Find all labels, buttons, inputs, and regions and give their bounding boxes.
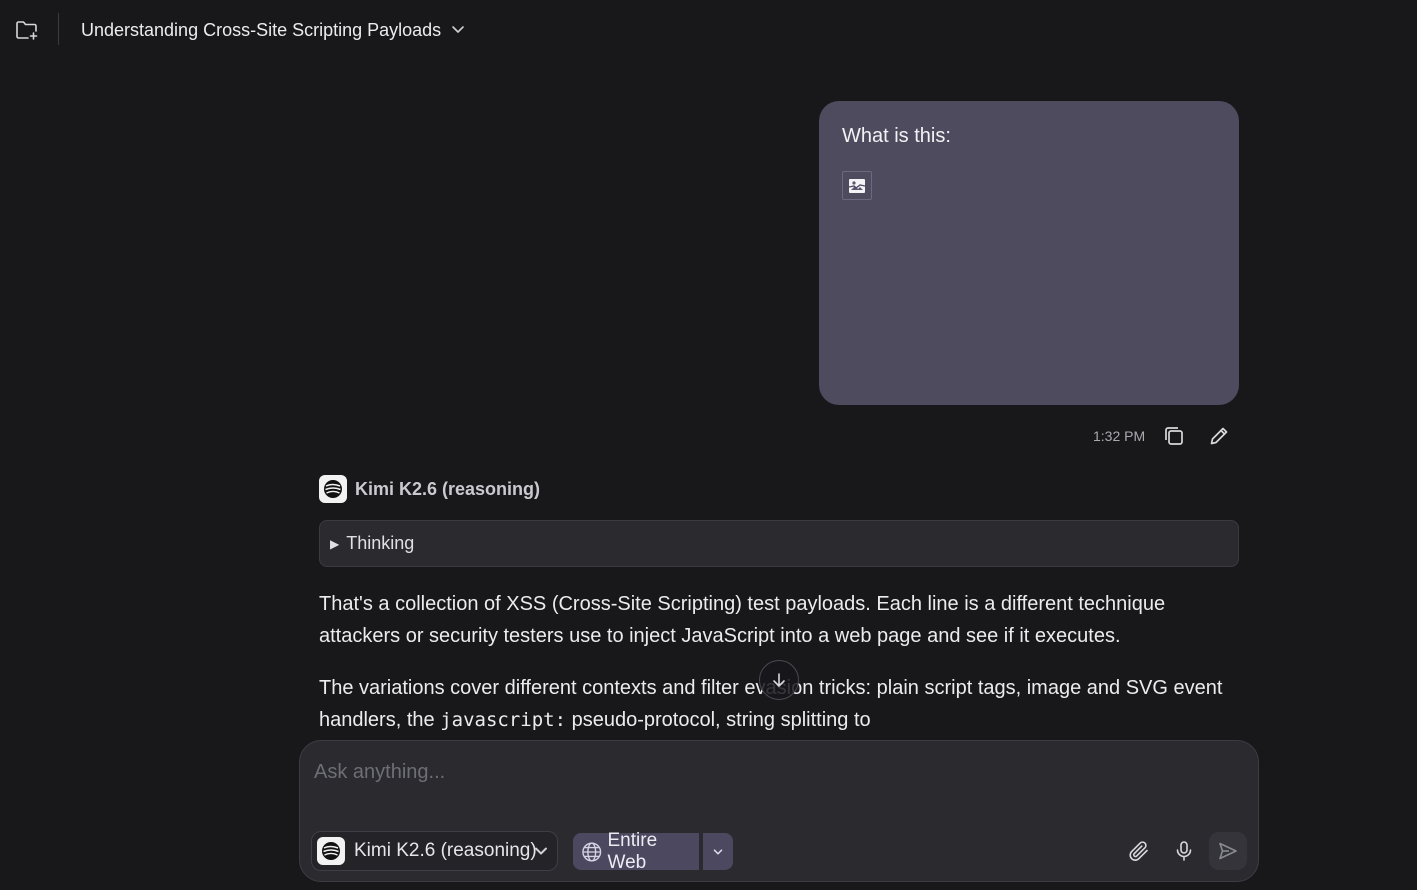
chevron-down-icon	[452, 26, 464, 33]
kimi-logo-icon	[319, 475, 347, 503]
chevron-down-icon	[713, 848, 723, 855]
copy-icon	[1165, 427, 1183, 445]
paperclip-icon	[1129, 841, 1148, 861]
search-scope-label: Entire Web	[607, 829, 658, 873]
paragraph-text: pseudo-protocol, string splitting to	[566, 709, 871, 731]
attach-file-button[interactable]	[1126, 837, 1152, 865]
message-timestamp: 1:32 PM	[1093, 428, 1146, 444]
top-bar: Understanding Cross-Site Scripting Paylo…	[0, 0, 1417, 60]
triangle-right-icon: ▶	[330, 536, 340, 551]
attached-image[interactable]	[842, 171, 872, 200]
inline-code: javascript:	[440, 709, 567, 731]
message-composer: Kimi K2.6 (reasoning) Entire Web	[299, 740, 1259, 882]
voice-input-button[interactable]	[1171, 837, 1197, 865]
search-scope-dropdown[interactable]	[703, 833, 733, 870]
title-dropdown-button[interactable]	[448, 18, 468, 40]
microphone-icon	[1176, 841, 1192, 861]
user-message-bubble: What is this:	[819, 101, 1239, 405]
globe-icon	[582, 842, 602, 861]
model-selector-label: Kimi K2.6 (reasoning)	[354, 840, 537, 861]
assistant-model-name: Kimi K2.6 (reasoning)	[355, 478, 541, 499]
arrow-down-icon	[773, 673, 785, 687]
chat-title[interactable]: Understanding Cross-Site Scripting Paylo…	[81, 20, 441, 41]
thinking-toggle[interactable]: ▶ Thinking	[319, 520, 1239, 567]
chevron-down-icon	[535, 847, 547, 855]
header-divider	[58, 13, 59, 45]
model-selector[interactable]: Kimi K2.6 (reasoning)	[311, 831, 558, 871]
kimi-logo-icon	[317, 837, 345, 865]
pencil-icon	[1210, 427, 1228, 445]
send-button[interactable]	[1209, 832, 1247, 870]
assistant-paragraph: That's a collection of XSS (Cross-Site S…	[319, 593, 1166, 647]
assistant-header: Kimi K2.6 (reasoning)	[319, 475, 540, 503]
message-meta: 1:32 PM	[1093, 424, 1228, 448]
folder-plus-icon	[16, 21, 38, 40]
search-scope-button[interactable]: Entire Web	[573, 830, 699, 873]
broken-image-icon	[848, 178, 866, 193]
chat-app: Understanding Cross-Site Scripting Paylo…	[0, 0, 1417, 890]
copy-message-button[interactable]	[1161, 424, 1187, 448]
user-message-text: What is this:	[842, 125, 951, 147]
thinking-label: Thinking	[346, 533, 415, 553]
scroll-to-bottom-button[interactable]	[759, 660, 799, 700]
send-icon	[1219, 842, 1237, 860]
edit-message-button[interactable]	[1206, 424, 1232, 448]
message-input[interactable]	[314, 757, 1234, 787]
new-folder-button[interactable]	[12, 15, 42, 45]
